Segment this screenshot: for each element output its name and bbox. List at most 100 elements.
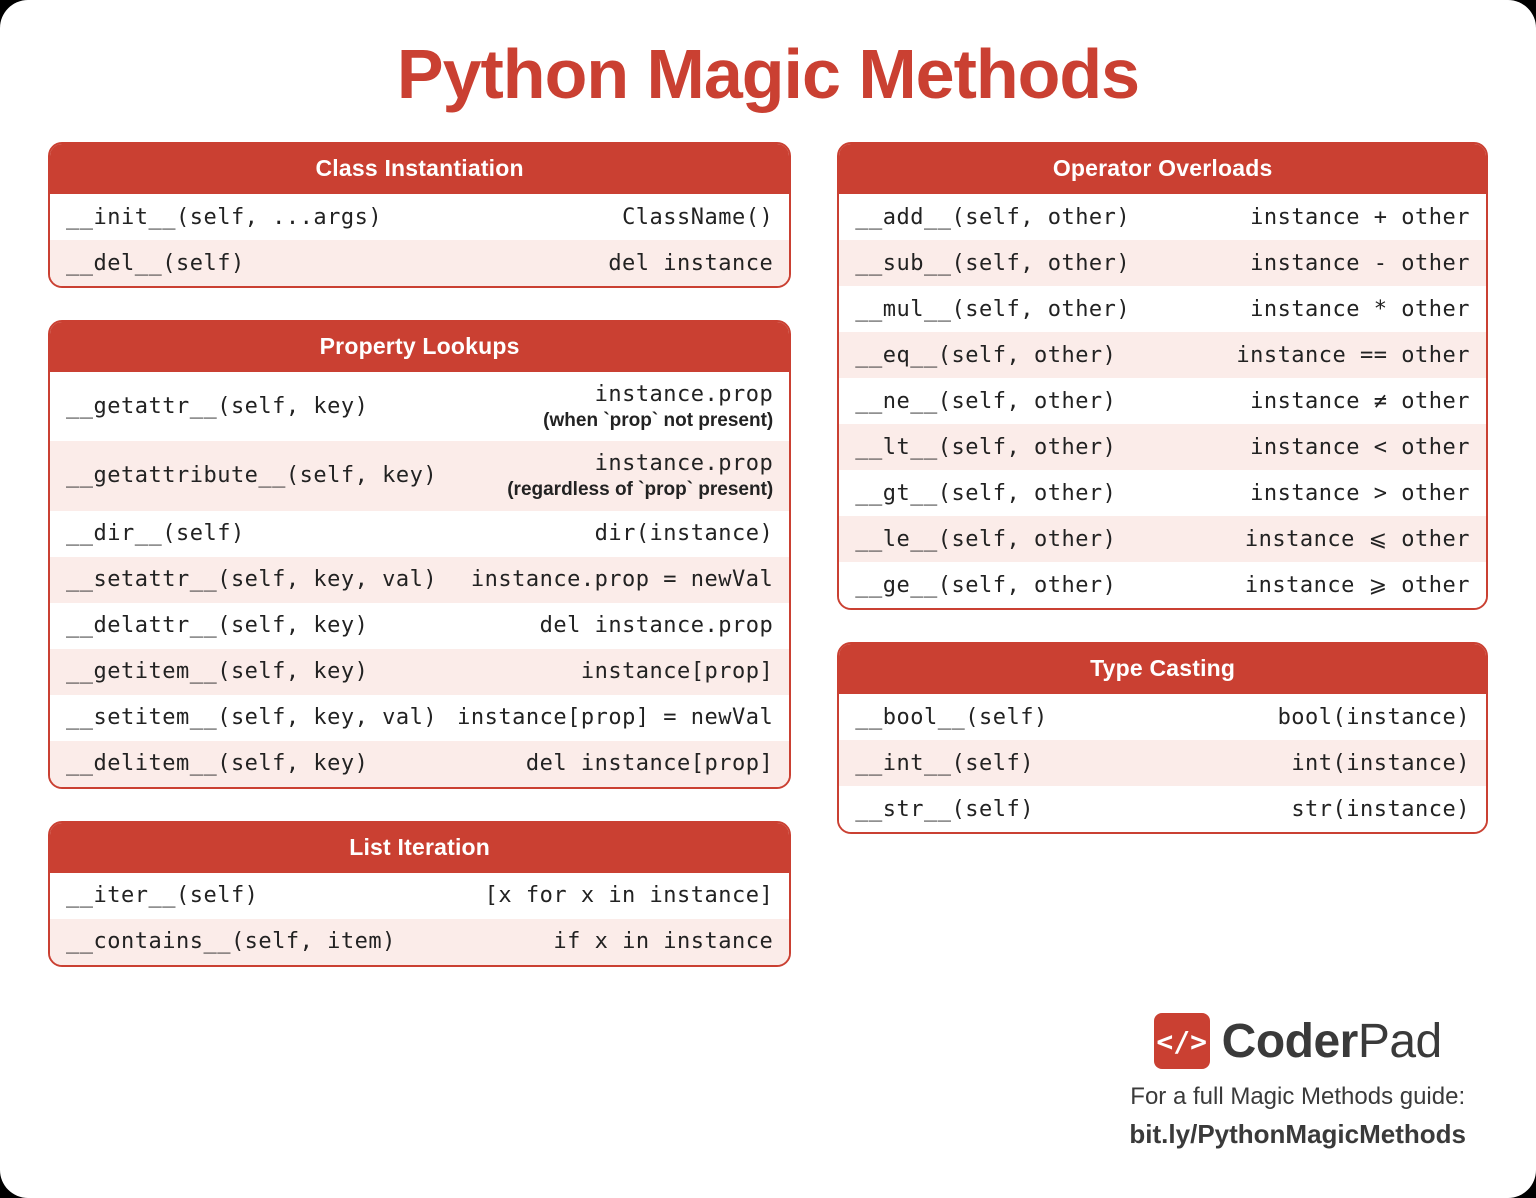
usage-example: instance.prop (595, 451, 774, 476)
card-list-iteration: List Iteration __iter__(self) [x for x i… (48, 821, 791, 967)
card-heading: Property Lookups (50, 322, 789, 372)
left-column: Class Instantiation __init__(self, ...ar… (48, 142, 791, 967)
usage-stack: instance.prop (regardless of `prop` pres… (507, 450, 773, 501)
table-row: __add__(self, other) instance + other (839, 194, 1486, 240)
card-heading: Class Instantiation (50, 144, 789, 194)
usage-example: instance ⩾ other (1245, 573, 1470, 598)
usage-example: instance + other (1250, 205, 1470, 230)
method-signature: __ge__(self, other) (855, 573, 1116, 598)
card-type-casting: Type Casting __bool__(self) bool(instanc… (837, 642, 1488, 834)
usage-example: del instance (608, 251, 773, 276)
table-row: __iter__(self) [x for x in instance] (50, 873, 789, 919)
card-class-instantiation: Class Instantiation __init__(self, ...ar… (48, 142, 791, 288)
usage-example: instance ⩽ other (1245, 527, 1470, 552)
method-signature: __lt__(self, other) (855, 435, 1116, 460)
table-row: __init__(self, ...args) ClassName() (50, 194, 789, 240)
usage-example: int(instance) (1291, 751, 1470, 776)
method-signature: __setitem__(self, key, val) (66, 705, 437, 730)
card-rows: __add__(self, other) instance + other __… (839, 194, 1486, 608)
usage-example: instance > other (1250, 481, 1470, 506)
method-signature: __le__(self, other) (855, 527, 1116, 552)
brand-name: CoderPad (1222, 1014, 1442, 1069)
table-row: __eq__(self, other) instance == other (839, 332, 1486, 378)
table-row: __le__(self, other) instance ⩽ other (839, 516, 1486, 562)
table-row: __sub__(self, other) instance - other (839, 240, 1486, 286)
method-signature: __eq__(self, other) (855, 343, 1116, 368)
table-row: __delitem__(self, key) del instance[prop… (50, 741, 789, 787)
method-signature: __delattr__(self, key) (66, 613, 368, 638)
usage-example: bool(instance) (1278, 705, 1470, 730)
method-signature: __del__(self) (66, 251, 245, 276)
usage-example: instance == other (1236, 343, 1470, 368)
right-column: Operator Overloads __add__(self, other) … (837, 142, 1488, 967)
method-signature: __bool__(self) (855, 705, 1047, 730)
page-title: Python Magic Methods (48, 34, 1488, 114)
table-row: __delattr__(self, key) del instance.prop (50, 603, 789, 649)
usage-example: instance[prop] (581, 659, 773, 684)
method-signature: __dir__(self) (66, 521, 245, 546)
method-signature: __delitem__(self, key) (66, 751, 368, 776)
footer-link: bit.ly/PythonMagicMethods (1129, 1119, 1466, 1150)
method-signature: __mul__(self, other) (855, 297, 1130, 322)
method-signature: __contains__(self, item) (66, 929, 396, 954)
method-signature: __gt__(self, other) (855, 481, 1116, 506)
usage-example: ClassName() (622, 205, 773, 230)
usage-example: instance * other (1250, 297, 1470, 322)
card-heading: Type Casting (839, 644, 1486, 694)
table-row: __lt__(self, other) instance < other (839, 424, 1486, 470)
usage-example: instance.prop = newVal (471, 567, 773, 592)
card-rows: __bool__(self) bool(instance) __int__(se… (839, 694, 1486, 832)
card-rows: __getattr__(self, key) instance.prop (wh… (50, 372, 789, 787)
usage-example: str(instance) (1291, 797, 1470, 822)
table-row: __setattr__(self, key, val) instance.pro… (50, 557, 789, 603)
table-row: __getitem__(self, key) instance[prop] (50, 649, 789, 695)
method-signature: __getattribute__(self, key) (66, 463, 437, 488)
usage-example: del instance.prop (540, 613, 774, 638)
table-row: __contains__(self, item) if x in instanc… (50, 919, 789, 965)
footer-text: For a full Magic Methods guide: (1129, 1083, 1466, 1111)
brand-logo: </> CoderPad (1129, 1013, 1466, 1069)
table-row: __bool__(self) bool(instance) (839, 694, 1486, 740)
card-property-lookups: Property Lookups __getattr__(self, key) … (48, 320, 791, 789)
card-operator-overloads: Operator Overloads __add__(self, other) … (837, 142, 1488, 610)
card-heading: List Iteration (50, 823, 789, 873)
table-row: __getattr__(self, key) instance.prop (wh… (50, 372, 789, 441)
method-signature: __getitem__(self, key) (66, 659, 368, 684)
table-row: __ne__(self, other) instance ≠ other (839, 378, 1486, 424)
table-row: __getattribute__(self, key) instance.pro… (50, 441, 789, 510)
method-signature: __init__(self, ...args) (66, 205, 382, 230)
method-signature: __setattr__(self, key, val) (66, 567, 437, 592)
method-signature: __iter__(self) (66, 883, 258, 908)
usage-stack: instance.prop (when `prop` not present) (543, 381, 773, 432)
card-rows: __init__(self, ...args) ClassName() __de… (50, 194, 789, 286)
usage-example: dir(instance) (595, 521, 774, 546)
brand-name-bold: Coder (1222, 1015, 1358, 1068)
method-signature: __sub__(self, other) (855, 251, 1130, 276)
table-row: __setitem__(self, key, val) instance[pro… (50, 695, 789, 741)
method-signature: __str__(self) (855, 797, 1034, 822)
footer: </> CoderPad For a full Magic Methods gu… (1129, 1013, 1466, 1150)
usage-note: (regardless of `prop` present) (507, 478, 773, 502)
usage-example: instance < other (1250, 435, 1470, 460)
method-signature: __ne__(self, other) (855, 389, 1116, 414)
card-heading: Operator Overloads (839, 144, 1486, 194)
table-row: __int__(self) int(instance) (839, 740, 1486, 786)
table-row: __gt__(self, other) instance > other (839, 470, 1486, 516)
usage-note: (when `prop` not present) (543, 409, 773, 433)
usage-example: instance.prop (595, 382, 774, 407)
table-row: __mul__(self, other) instance * other (839, 286, 1486, 332)
columns-layout: Class Instantiation __init__(self, ...ar… (48, 142, 1488, 967)
usage-example: instance ≠ other (1250, 389, 1470, 414)
usage-example: [x for x in instance] (485, 883, 774, 908)
table-row: __dir__(self) dir(instance) (50, 511, 789, 557)
table-row: __str__(self) str(instance) (839, 786, 1486, 832)
table-row: __ge__(self, other) instance ⩾ other (839, 562, 1486, 608)
usage-example: instance[prop] = newVal (457, 705, 773, 730)
method-signature: __add__(self, other) (855, 205, 1130, 230)
card-rows: __iter__(self) [x for x in instance] __c… (50, 873, 789, 965)
usage-example: del instance[prop] (526, 751, 773, 776)
method-signature: __getattr__(self, key) (66, 394, 368, 419)
code-icon: </> (1154, 1013, 1210, 1069)
usage-example: if x in instance (553, 929, 773, 954)
cheatsheet-page: Python Magic Methods Class Instantiation… (0, 0, 1536, 1198)
